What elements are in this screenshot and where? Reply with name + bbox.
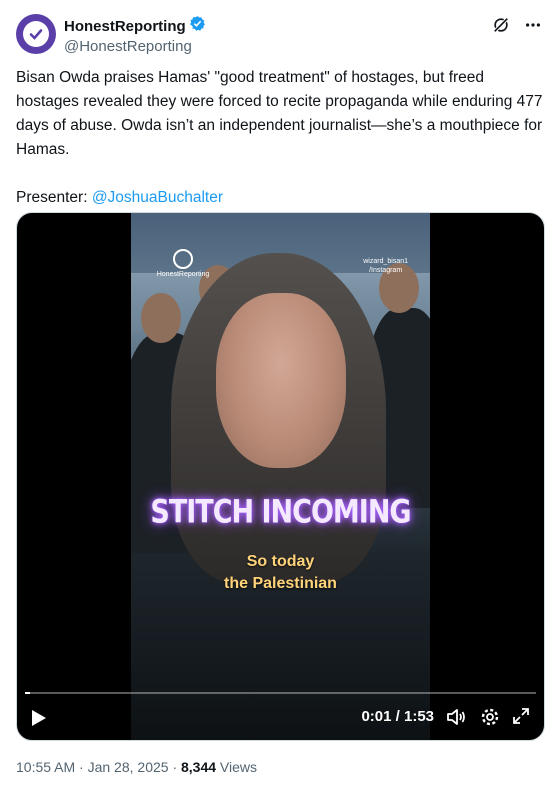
avatar[interactable] bbox=[16, 14, 56, 54]
video-player[interactable]: HonestReporting wizard_bisan1 /Instagram… bbox=[16, 212, 545, 741]
author-display-name[interactable]: HonestReporting bbox=[64, 17, 186, 36]
settings-icon[interactable] bbox=[480, 707, 500, 732]
tweet-text: Bisan Owda praises Hamas' "good treatmen… bbox=[16, 69, 547, 158]
background-person bbox=[141, 293, 181, 343]
caption-line2: the Palestinian bbox=[224, 575, 337, 592]
tweet-header: HonestReporting @HonestReporting bbox=[16, 14, 544, 56]
watermark-check-icon bbox=[173, 249, 193, 269]
fullscreen-icon[interactable] bbox=[512, 707, 530, 730]
watermark-left-text: HonestReporting bbox=[156, 271, 210, 278]
volume-icon[interactable] bbox=[446, 707, 466, 732]
watermark-right-line2: /Instagram bbox=[369, 267, 403, 274]
watermark-logo: HonestReporting bbox=[153, 249, 213, 278]
views-count: 8,344 bbox=[181, 759, 217, 775]
more-icon[interactable] bbox=[524, 16, 542, 39]
tweet-timestamp[interactable]: 10:55 AM · Jan 28, 2025 · bbox=[16, 759, 181, 775]
overlay-title: STITCH INCOMING bbox=[150, 493, 411, 532]
verified-badge-icon bbox=[189, 15, 206, 37]
caption-line1: So today bbox=[246, 553, 315, 570]
author-handle[interactable]: @HonestReporting bbox=[64, 37, 206, 56]
presenter-face bbox=[216, 293, 346, 468]
video-time: 0:01 / 1:53 bbox=[361, 708, 434, 725]
play-icon[interactable] bbox=[31, 709, 47, 732]
presenter-mention-link[interactable]: @JoshuaBuchalter bbox=[92, 189, 223, 206]
video-caption: So today the Palestinian bbox=[131, 551, 430, 595]
presenter-label: Presenter: bbox=[16, 189, 92, 206]
grok-icon[interactable] bbox=[492, 16, 510, 39]
watermark-source: wizard_bisan1 /Instagram bbox=[363, 257, 408, 275]
avatar-check-icon bbox=[23, 21, 49, 47]
tweet-body: Bisan Owda praises Hamas' "good treatmen… bbox=[16, 66, 544, 210]
video-frame[interactable]: HonestReporting wizard_bisan1 /Instagram… bbox=[131, 213, 430, 740]
watermark-right-line1: wizard_bisan1 bbox=[363, 258, 408, 265]
tweet-meta: 10:55 AM · Jan 28, 2025 · 8,344 Views bbox=[16, 759, 257, 775]
video-controls: 0:01 / 1:53 bbox=[17, 694, 544, 740]
views-label: Views bbox=[216, 759, 258, 775]
